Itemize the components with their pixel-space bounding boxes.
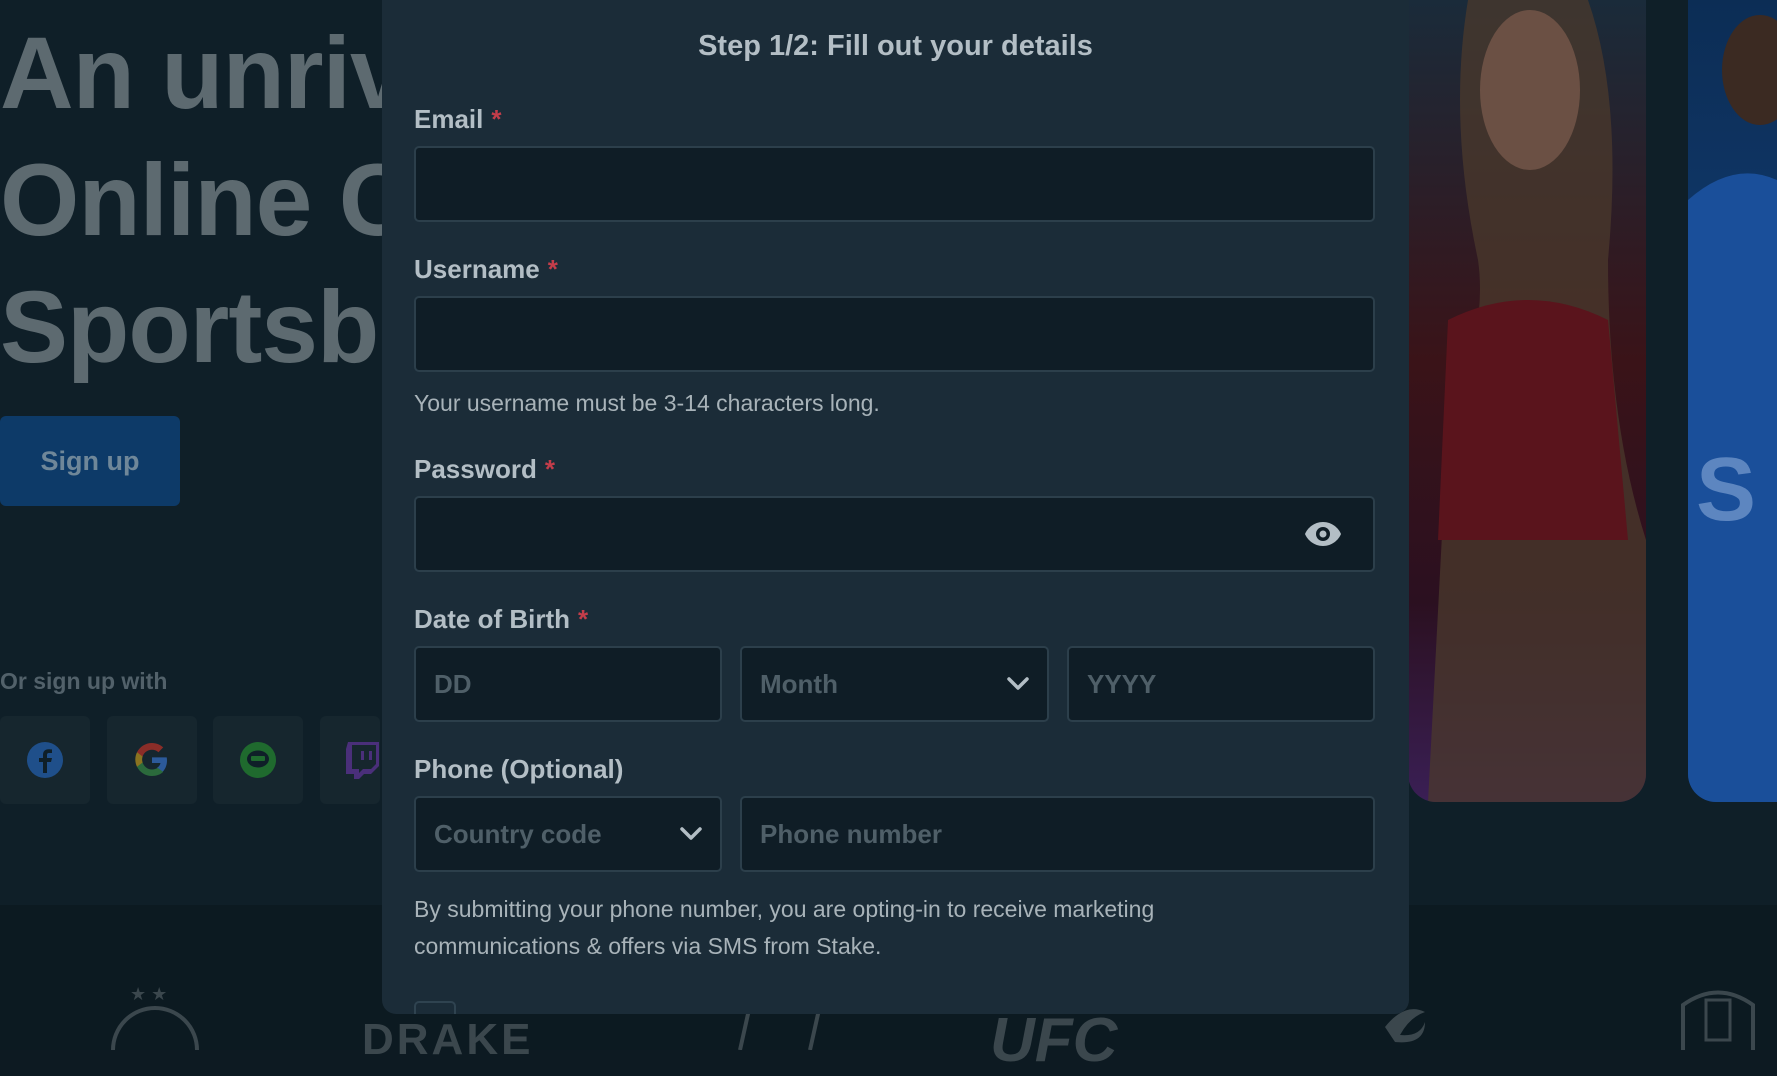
email-label-text: Email [414, 104, 484, 134]
dob-day-input[interactable] [414, 646, 722, 722]
line-icon [240, 742, 276, 778]
hero-line: An unriv [0, 16, 407, 130]
or-sign-up-with-label: Or sign up with [0, 668, 168, 694]
phone-number-input[interactable] [740, 796, 1375, 872]
hero-line: Online C [0, 143, 412, 257]
email-input[interactable] [414, 146, 1375, 222]
dob-label: Date of Birth * [414, 604, 588, 635]
phone-disclaimer: By submitting your phone number, you are… [414, 891, 1154, 965]
dob-year-input[interactable] [1067, 646, 1375, 722]
required-asterisk: * [491, 104, 502, 134]
phone-disclaimer-line: By submitting your phone number, you are… [414, 896, 1155, 922]
required-asterisk: * [544, 454, 555, 484]
promo-card-casino[interactable] [1408, 0, 1646, 802]
password-input[interactable] [414, 496, 1375, 572]
eye-icon [1305, 522, 1341, 546]
everton-crest-icon [1681, 990, 1755, 1050]
username-input[interactable] [414, 296, 1375, 372]
email-label: Email * [414, 104, 502, 135]
required-asterisk: * [578, 604, 589, 634]
facebook-signup-button[interactable] [0, 716, 90, 804]
promo-player-image: S [1688, 15, 1777, 802]
show-password-toggle[interactable] [1303, 516, 1343, 552]
chevron-down-icon [680, 827, 702, 840]
twitch-icon [346, 742, 379, 779]
username-label: Username * [414, 254, 558, 285]
hero-line: Sportsb [0, 270, 379, 384]
username-label-text: Username [414, 254, 540, 284]
background-sign-up-button[interactable]: Sign up [0, 416, 180, 506]
username-hint: Your username must be 3-14 characters lo… [414, 390, 880, 416]
registration-modal: Step 1/2: Fill out your details Email * U… [382, 0, 1409, 1014]
phone-label: Phone (Optional) [414, 754, 623, 785]
line-signup-button[interactable] [213, 716, 303, 804]
password-label: Password * [414, 454, 555, 485]
drake-logo: DRAKE [362, 1015, 534, 1064]
required-asterisk: * [547, 254, 558, 284]
promo-card-sports[interactable]: S [1688, 0, 1777, 802]
terms-checkbox[interactable] [414, 1001, 456, 1014]
chevron-down-icon [1007, 677, 1029, 690]
phone-disclaimer-line: communications & offers via SMS from Sta… [414, 933, 882, 959]
modal-title: Step 1/2: Fill out your details [698, 30, 1093, 62]
dob-month-select[interactable]: Month [740, 646, 1049, 722]
twitch-signup-button[interactable] [320, 716, 380, 804]
ufc-logo: UFC [990, 1006, 1118, 1075]
google-signup-button[interactable] [107, 716, 197, 804]
country-code-select[interactable]: Country code [414, 796, 722, 872]
google-icon [135, 743, 167, 776]
phone-label-text: Phone (Optional) [414, 754, 624, 784]
svg-text:S: S [1696, 440, 1756, 540]
country-code-placeholder: Country code [434, 818, 602, 849]
club-crest-icon: ★ ★ [111, 984, 199, 1050]
promo-person-image [1428, 0, 1646, 802]
hero-title: An unriv Online C Sportsb [0, 10, 412, 391]
password-label-text: Password [414, 454, 537, 484]
facebook-icon [27, 742, 63, 778]
dob-label-text: Date of Birth [414, 604, 570, 634]
svg-text:★ ★: ★ ★ [130, 984, 167, 1004]
dob-month-placeholder: Month [760, 668, 838, 699]
